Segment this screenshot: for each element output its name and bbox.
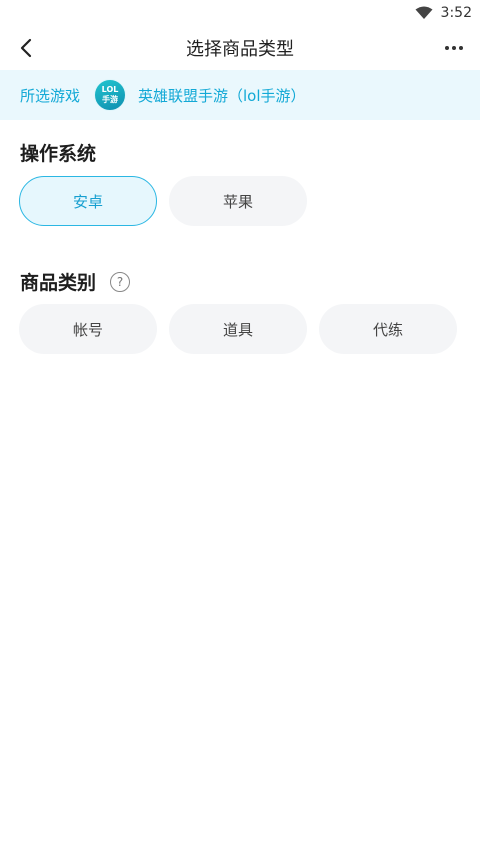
os-section-title: 操作系统 bbox=[20, 139, 96, 166]
wifi-icon bbox=[415, 6, 433, 20]
page-title: 选择商品类型 bbox=[186, 39, 294, 60]
game-logo-top: LOL bbox=[101, 85, 119, 94]
category-option-item[interactable]: 道具 bbox=[169, 304, 307, 354]
game-logo: LOL 手游 bbox=[94, 79, 127, 111]
category-option-label: 道具 bbox=[222, 320, 253, 339]
help-icon[interactable]: ? bbox=[110, 271, 131, 292]
os-option-label: 苹果 bbox=[222, 192, 253, 211]
os-option-label: 安卓 bbox=[72, 192, 103, 211]
category-option-label: 代练 bbox=[372, 320, 403, 339]
more-icon bbox=[445, 46, 463, 50]
os-option-ios[interactable]: 苹果 bbox=[169, 176, 307, 226]
os-option-android[interactable]: 安卓 bbox=[19, 176, 157, 226]
more-button[interactable] bbox=[440, 34, 468, 62]
category-section-title-text: 商品类别 bbox=[20, 272, 97, 294]
game-logo-bottom: 手游 bbox=[102, 95, 119, 104]
category-option-account[interactable]: 帐号 bbox=[19, 304, 157, 354]
back-button[interactable] bbox=[12, 34, 40, 62]
selected-game-name: 英雄联盟手游（lol手游） bbox=[138, 86, 306, 105]
selected-game-label: 所选游戏 bbox=[20, 86, 81, 105]
selected-game-banner[interactable]: 所选游戏 LOL 手游 英雄联盟手游（lol手游） bbox=[0, 70, 480, 120]
category-option-label: 帐号 bbox=[72, 320, 103, 339]
status-time: 3:52 bbox=[440, 5, 472, 21]
nav-bar: 选择商品类型 bbox=[0, 26, 480, 70]
os-section-title-text: 操作系统 bbox=[20, 143, 97, 165]
status-bar: 3:52 bbox=[0, 0, 480, 26]
chevron-left-icon bbox=[20, 38, 32, 58]
category-section-title: 商品类别 ? bbox=[20, 268, 131, 295]
category-option-boosting[interactable]: 代练 bbox=[319, 304, 457, 354]
